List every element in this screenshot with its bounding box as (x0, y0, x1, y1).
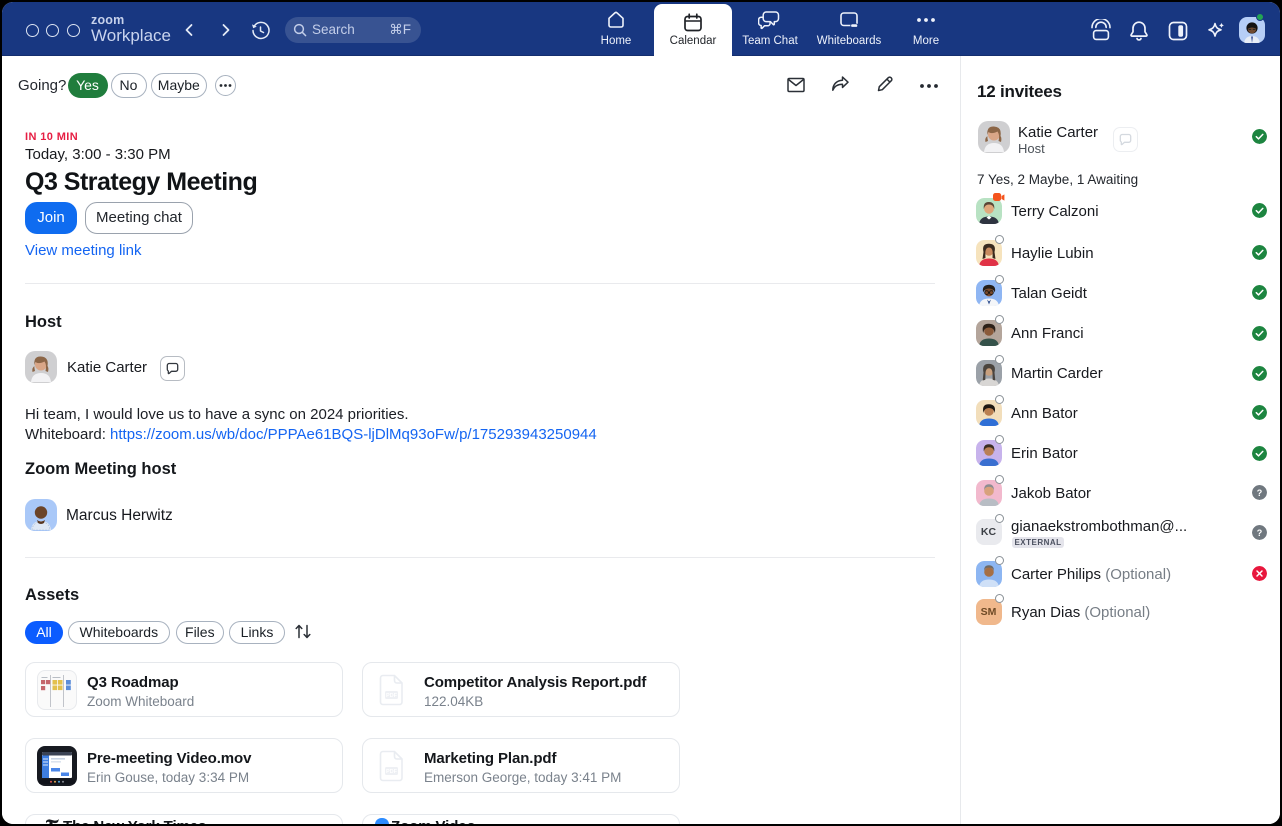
svg-text:?: ? (1257, 488, 1263, 498)
svg-text:PDF: PDF (386, 769, 398, 775)
svg-text:?: ? (1257, 527, 1263, 537)
svg-text:PDF: PDF (386, 693, 398, 699)
